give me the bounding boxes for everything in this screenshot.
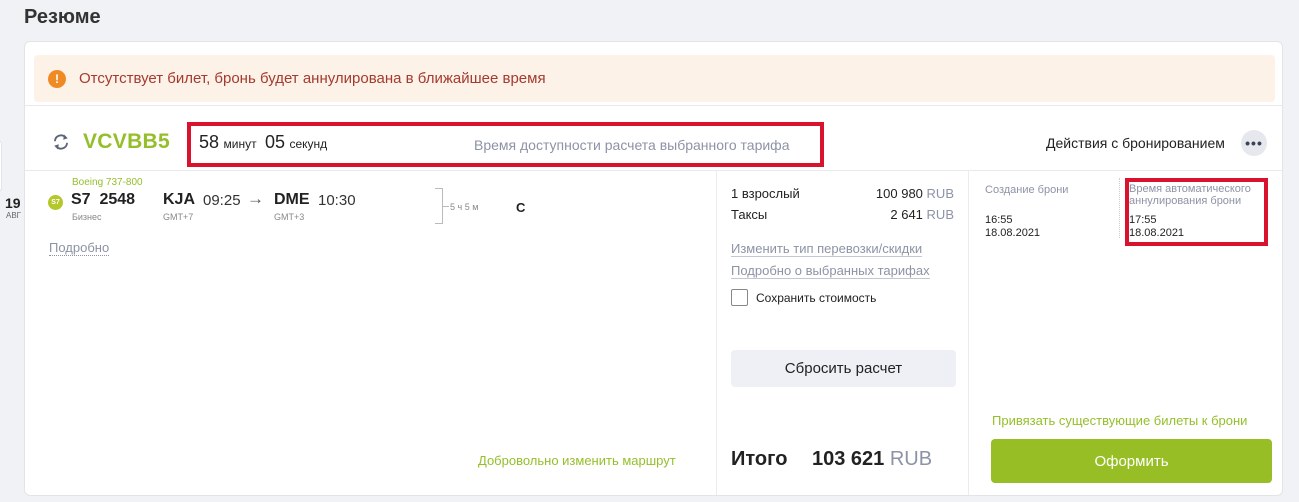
flight-date-month: АВГ — [6, 211, 22, 220]
divider — [968, 170, 969, 495]
booking-created-date: 18.08.2021 — [985, 227, 1041, 239]
fare-details-link[interactable]: Подробно о выбранных тарифах — [731, 263, 930, 279]
auto-cancel-time: 17:55 — [1129, 214, 1157, 226]
issue-ticket-button[interactable]: Оформить — [991, 439, 1272, 483]
departure-airport: KJA — [163, 191, 196, 208]
passengers-amount-value: 100 980 — [875, 186, 923, 201]
reset-calculation-button[interactable]: Сбросить расчет — [731, 350, 956, 387]
change-transport-type-link[interactable]: Изменить тип перевозки/скидки — [731, 241, 923, 257]
booking-header: VCVBB5 58 минут 05 секунд Время доступно… — [25, 106, 1282, 168]
divider — [716, 170, 717, 495]
auto-cancel-label: Время автоматического аннулирования брон… — [1129, 183, 1251, 207]
passengers-amount: 100 980 RUB — [876, 186, 954, 201]
change-route-link[interactable]: Добровольно изменить маршрут — [478, 453, 676, 468]
departure-timezone: GMT+7 — [163, 212, 194, 222]
passengers-currency: RUB — [926, 186, 954, 201]
page-title: Резюме — [24, 6, 101, 28]
arrow-right-icon: → — [247, 189, 264, 208]
total-amount-value: 103 621 — [812, 448, 885, 470]
booking-actions-label[interactable]: Действия с бронированием — [1046, 135, 1225, 151]
divider — [1119, 178, 1120, 238]
booking-created-time: 16:55 — [985, 214, 1013, 226]
flight-number: S7 2548 — [71, 191, 136, 208]
flight-date-tab — [0, 140, 2, 192]
cabin-class: Бизнес — [72, 212, 102, 222]
flight-details-link[interactable]: Подробно — [49, 240, 110, 256]
warning-icon: ! — [48, 69, 66, 88]
auto-cancel-date: 18.08.2021 — [1129, 227, 1185, 239]
divider — [25, 170, 1282, 171]
passengers-label: 1 взрослый — [731, 186, 800, 201]
booking-created-label: Создание брони — [985, 184, 1069, 196]
timer-highlight-box: 58 минут 05 секунд Время доступности рас… — [187, 122, 824, 167]
arrival-airport: DME — [274, 191, 310, 208]
duration-bracket-tick — [443, 206, 449, 207]
timer-seconds: 05 — [265, 132, 286, 152]
total-label: Итого — [731, 448, 788, 470]
save-cost-label[interactable]: Сохранить стоимость — [756, 291, 876, 305]
arrival-time: 10:30 — [318, 192, 356, 209]
airline-logo-icon: S7 — [48, 195, 63, 210]
more-actions-button[interactable]: ••• — [1241, 130, 1267, 156]
timer-label: Время доступности расчета выбранного тар… — [474, 137, 790, 153]
ticket-missing-alert: ! Отсутствует билет, бронь будет аннулир… — [34, 55, 1275, 102]
taxes-amount: 2 641 RUB — [890, 207, 954, 222]
timer-minutes: 58 — [199, 132, 220, 152]
timer-minutes-unit: минут — [223, 137, 257, 151]
timer-seconds-unit: секунд — [289, 137, 328, 151]
booking-summary-card: ! Отсутствует билет, бронь будет аннулир… — [24, 41, 1283, 496]
alert-text: Отсутствует билет, бронь будет аннулиров… — [79, 70, 546, 87]
departure-time: 09:25 — [203, 192, 241, 209]
total-currency: RUB — [889, 448, 933, 470]
refresh-icon[interactable] — [52, 133, 70, 151]
availability-timer: 58 минут 05 секунд — [199, 132, 331, 153]
duration-bracket — [435, 188, 443, 224]
fare-class: C — [516, 200, 526, 215]
taxes-label: Таксы — [731, 207, 768, 222]
taxes-amount-value: 2 641 — [890, 207, 923, 222]
save-cost-checkbox[interactable] — [731, 289, 748, 306]
flight-duration: 5 ч 5 м — [450, 202, 479, 212]
total-amount: 103 621 RUB — [812, 448, 932, 471]
booking-pnr: VCVBB5 — [83, 130, 170, 153]
aircraft-type: Boeing 737-800 — [72, 177, 143, 188]
taxes-currency: RUB — [926, 207, 954, 222]
bind-tickets-link[interactable]: Привязать существующие билеты к брони — [992, 413, 1247, 428]
flight-date-day: 19 — [5, 195, 21, 211]
arrival-timezone: GMT+3 — [274, 212, 305, 222]
